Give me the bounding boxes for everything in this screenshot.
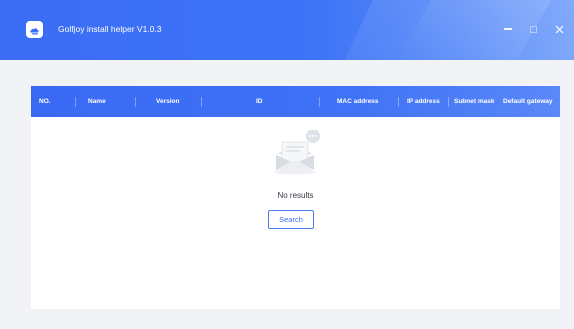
title-bar: Golfjoy install helper V1.0.3: [0, 0, 574, 60]
column-header-subnet-mask[interactable]: Subnet mask: [454, 86, 494, 117]
app-logo-icon: [26, 21, 43, 38]
column-header-ip-address[interactable]: IP address: [407, 86, 440, 117]
search-button[interactable]: Search: [268, 210, 314, 229]
column-divider: [398, 97, 399, 107]
column-divider: [135, 97, 136, 107]
empty-inbox-icon: [273, 129, 325, 176]
column-divider: [319, 97, 320, 107]
column-header-id[interactable]: ID: [256, 86, 263, 117]
close-icon[interactable]: [551, 20, 567, 38]
column-header-version[interactable]: Version: [156, 86, 179, 117]
column-header-mac-address[interactable]: MAC address: [337, 86, 379, 117]
column-header-default-gateway[interactable]: Default gateway: [503, 86, 553, 117]
window-title: Golfjoy install helper V1.0.3: [58, 24, 162, 34]
minimize-icon[interactable]: [500, 20, 516, 38]
device-table-panel: NO. Name Version ID MAC address IP addre…: [31, 86, 560, 309]
table-header: NO. Name Version ID MAC address IP addre…: [31, 86, 560, 117]
column-divider: [201, 97, 202, 107]
column-divider: [448, 97, 449, 107]
maximize-icon[interactable]: [525, 20, 541, 38]
column-header-no[interactable]: NO.: [39, 86, 51, 117]
column-divider: [75, 97, 76, 107]
column-header-name[interactable]: Name: [88, 86, 106, 117]
empty-state-message: No results: [277, 191, 314, 200]
